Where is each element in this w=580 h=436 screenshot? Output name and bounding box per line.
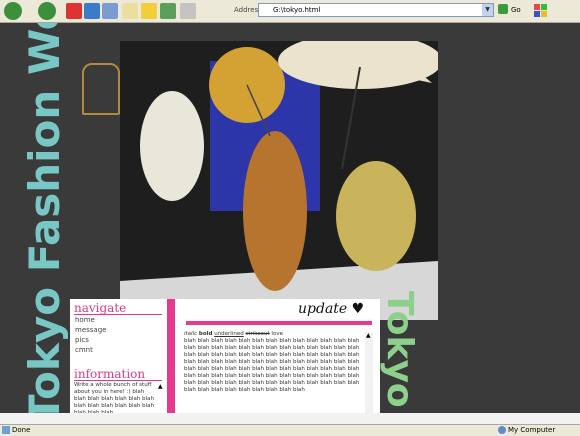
birdcage-icon [82, 63, 120, 115]
nav-item-pics[interactable]: pics [75, 336, 89, 344]
status-page-icon [2, 426, 10, 434]
page-content: Tokyo Fashion Week Tokyo navigate home m… [0, 23, 580, 425]
status-text: Done [12, 426, 31, 434]
navigate-heading: navigate [74, 301, 127, 315]
info-scroll-up-icon[interactable]: ▲ [158, 383, 163, 390]
update-body: blah blah blah blah blah blah blah blah … [184, 338, 360, 393]
status-bar: Done My Computer [0, 424, 580, 436]
information-heading: information [74, 367, 146, 381]
zone-text: My Computer [508, 426, 556, 434]
address-value: G:\tokyo.html [273, 6, 321, 14]
home-icon[interactable] [102, 3, 118, 19]
sidebar: navigate home message pics cmnt informat… [70, 299, 166, 425]
go-button[interactable]: Go [511, 6, 521, 14]
vertical-title-left: Tokyo Fashion Week [20, 23, 69, 423]
address-input[interactable]: G:\tokyo.html ▼ [258, 3, 494, 17]
horizontal-scrollbar[interactable] [0, 413, 580, 424]
fashion-photo [120, 41, 438, 320]
windows-logo-icon [530, 0, 560, 22]
pink-divider-bar [167, 299, 175, 425]
nav-item-cmnt[interactable]: cmnt [75, 346, 93, 354]
information-divider [74, 380, 162, 381]
browser-toolbar: Address G:\tokyo.html ▼ Go [0, 0, 580, 23]
go-icon[interactable] [498, 4, 508, 14]
navigate-divider [74, 314, 162, 315]
nav-item-message[interactable]: message [75, 326, 106, 334]
vertical-title-right: Tokyo [379, 291, 420, 408]
refresh-icon[interactable] [84, 3, 100, 19]
stop-icon[interactable] [66, 3, 82, 19]
update-underline-bar [186, 321, 372, 325]
update-scroll-up-icon[interactable]: ▲ [366, 332, 371, 339]
information-text: Write a whole bunch of stuff about you i… [74, 382, 154, 416]
update-scrollbar[interactable] [365, 332, 373, 422]
favorites-icon[interactable] [141, 3, 157, 19]
back-icon[interactable] [4, 2, 22, 20]
nav-item-home[interactable]: home [75, 316, 95, 324]
zone-icon [498, 426, 506, 434]
update-text: italic bold underlined strikeout love bl… [184, 331, 362, 394]
forward-icon[interactable] [38, 2, 56, 20]
address-dropdown-icon[interactable]: ▼ [482, 4, 493, 16]
update-title: update ♥ [298, 301, 365, 317]
content-panel: navigate home message pics cmnt informat… [70, 299, 380, 425]
update-section: update ♥ italic bold underlined strikeou… [178, 299, 380, 425]
search-icon[interactable] [122, 3, 138, 19]
mail-icon[interactable] [180, 3, 196, 19]
history-icon[interactable] [160, 3, 176, 19]
